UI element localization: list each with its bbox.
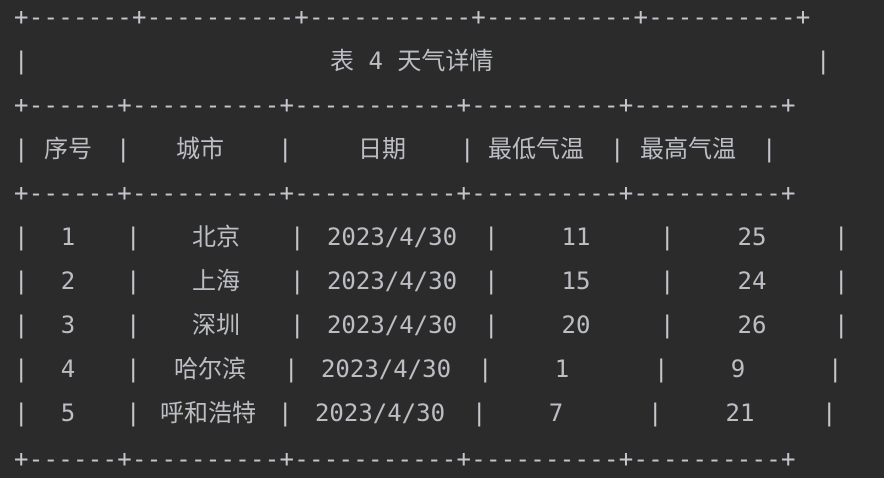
row-pipe: | [834,267,849,295]
row-pipe: | [126,311,141,339]
cell-city: 深圳 [192,311,240,339]
table-border-header: +------+----------+-----------+---------… [14,179,796,207]
cell-city: 呼和浩特 [160,399,256,427]
row-pipe: | [126,399,141,427]
row-pipe: | [484,267,499,295]
cell-high: 25 [737,223,767,251]
row-pipe: | [478,355,493,383]
header-index: 序号 [44,135,92,163]
row-pipe: | [660,267,675,295]
cell-city: 哈尔滨 [174,355,246,383]
row-pipe: | [14,223,29,251]
cell-date: 2023/4/30 [320,355,452,383]
title-right-pipe: | [816,47,831,75]
table-title: 表 4 天气详情 [330,47,494,75]
row-pipe: | [14,399,29,427]
row-pipe: | [648,399,663,427]
cell-high: 24 [737,267,767,295]
row-pipe: | [660,223,675,251]
row-pipe: | [126,267,141,295]
row-pipe: | [14,267,29,295]
header-pipe-1: | [116,135,131,163]
cell-date: 2023/4/30 [326,311,458,339]
cell-date: 2023/4/30 [314,399,446,427]
row-pipe: | [290,311,305,339]
cell-low: 7 [548,399,564,427]
row-pipe: | [472,399,487,427]
header-pipe-4: | [610,135,625,163]
cell-index: 1 [60,223,76,251]
row-pipe: | [284,355,299,383]
row-pipe: | [484,223,499,251]
header-high: 最高气温 [640,135,736,163]
row-pipe: | [14,311,29,339]
row-pipe: | [828,355,843,383]
header-city: 城市 [176,135,224,163]
cell-low: 1 [554,355,570,383]
cell-high: 9 [730,355,746,383]
header-low: 最低气温 [488,135,584,163]
row-pipe: | [290,267,305,295]
header-pipe-5: | [762,135,777,163]
row-pipe: | [126,355,141,383]
table-border-bottom: +------+----------+-----------+---------… [14,445,796,473]
cell-index: 5 [60,399,76,427]
cell-low: 11 [561,223,591,251]
console-output: +-------+----------+-----------+--------… [0,0,884,478]
cell-high: 26 [737,311,767,339]
header-pipe-0: | [14,135,29,163]
row-pipe: | [290,223,305,251]
cell-index: 4 [60,355,76,383]
row-pipe: | [660,311,675,339]
header-date: 日期 [358,135,406,163]
table-border-title: +------+----------+-----------+---------… [14,91,796,119]
row-pipe: | [14,355,29,383]
row-pipe: | [126,223,141,251]
cell-low: 20 [561,311,591,339]
cell-date: 2023/4/30 [326,223,458,251]
cell-city: 上海 [192,267,240,295]
row-pipe: | [822,399,837,427]
row-pipe: | [834,311,849,339]
cell-index: 2 [60,267,76,295]
header-pipe-3: | [460,135,475,163]
cell-high: 21 [725,399,755,427]
table-border-top: +-------+----------+-----------+--------… [14,3,811,31]
cell-low: 15 [561,267,591,295]
row-pipe: | [834,223,849,251]
cell-city: 北京 [192,223,240,251]
row-pipe: | [484,311,499,339]
title-left-pipe: | [14,47,29,75]
cell-index: 3 [60,311,76,339]
row-pipe: | [654,355,669,383]
header-pipe-2: | [278,135,293,163]
cell-date: 2023/4/30 [326,267,458,295]
row-pipe: | [278,399,293,427]
